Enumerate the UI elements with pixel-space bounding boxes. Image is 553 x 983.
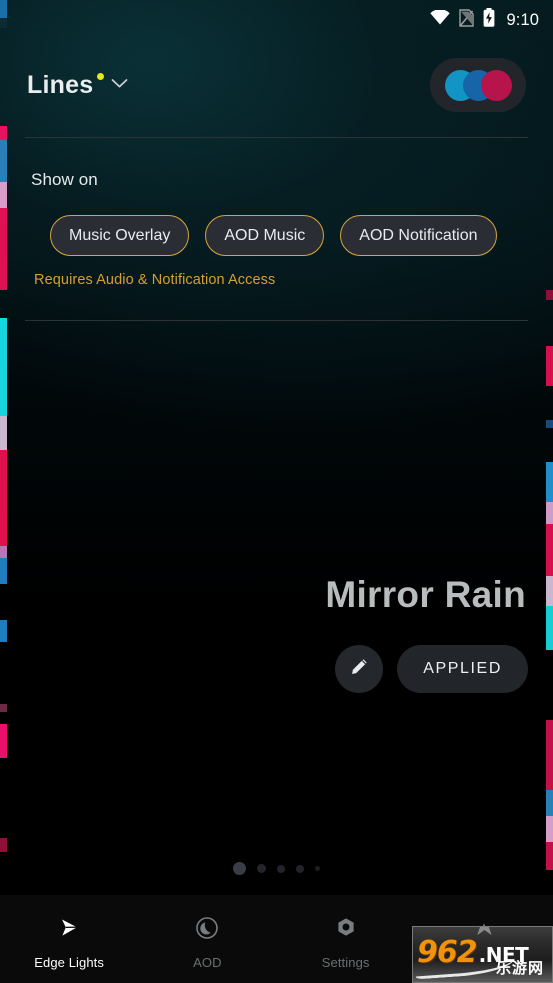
color-swatch-3	[481, 69, 512, 101]
show-on-chip-group: Music Overlay AOD Music AOD Notification	[50, 215, 497, 256]
edge-lights-icon	[56, 915, 82, 946]
edge-light-segment	[0, 318, 7, 324]
edit-preset-button[interactable]	[335, 645, 384, 693]
page-title-text: Lines	[27, 70, 94, 99]
edge-light-segment	[0, 140, 7, 182]
edge-light-segment	[0, 558, 7, 584]
chevron-down-icon[interactable]	[111, 76, 128, 94]
header-bar: Lines	[0, 55, 553, 115]
edge-light-segment	[546, 576, 553, 606]
edge-light-segment	[0, 182, 7, 208]
edge-light-segment	[0, 704, 7, 712]
nav-tab-edge-lights[interactable]: Edge Lights	[0, 895, 138, 983]
page-dot-active[interactable]	[233, 862, 246, 875]
edge-light-segment	[0, 450, 7, 546]
edge-light-segment	[546, 790, 553, 816]
page-dot[interactable]	[296, 864, 304, 873]
nav-tab-settings[interactable]: Settings	[277, 895, 415, 983]
pencil-icon	[349, 657, 369, 682]
divider-top	[25, 137, 528, 138]
page-dot[interactable]	[315, 866, 320, 871]
wifi-icon	[430, 9, 451, 30]
nav-tab-aod[interactable]: AOD	[138, 895, 276, 983]
status-clock: 9:10	[506, 10, 539, 29]
edge-light-segment	[546, 524, 553, 576]
show-on-label: Show on	[31, 170, 98, 189]
chip-aod-notification[interactable]: AOD Notification	[340, 215, 497, 256]
status-bar: 9:10	[0, 0, 553, 40]
chip-music-overlay[interactable]: Music Overlay	[50, 215, 190, 256]
edge-light-strip-left	[0, 0, 7, 983]
color-preview-button[interactable]	[430, 58, 526, 112]
site-watermark: ★ 962 .NET 乐游网	[412, 926, 553, 983]
preset-selector[interactable]: Lines	[27, 71, 128, 100]
edge-light-segment	[546, 290, 553, 300]
background-gradient	[0, 0, 553, 983]
app-screen: 9:10 Lines Show on Music Overlay AOD Mus…	[0, 0, 553, 983]
edge-light-segment	[0, 416, 7, 450]
watermark-brand: 962	[417, 935, 478, 970]
chip-aod-music[interactable]: AOD Music	[205, 215, 325, 256]
edge-light-segment	[0, 546, 7, 558]
preset-name: Mirror Rain	[325, 574, 526, 615]
aod-moon-icon	[194, 915, 220, 946]
edge-light-segment	[0, 620, 7, 642]
settings-nut-icon	[333, 915, 359, 946]
nav-label-aod: AOD	[193, 954, 222, 970]
edge-light-segment	[0, 724, 7, 758]
applied-button[interactable]: APPLIED	[397, 645, 528, 693]
unsaved-indicator-dot	[97, 72, 105, 80]
edge-light-segment	[0, 126, 7, 140]
edge-light-segment	[546, 720, 553, 790]
edge-light-segment	[0, 208, 7, 290]
nav-label-settings: Settings	[321, 954, 370, 970]
edge-light-segment	[0, 838, 7, 852]
page-indicator[interactable]	[0, 862, 553, 875]
edge-light-segment	[546, 606, 553, 650]
battery-charging-icon	[483, 8, 495, 32]
page-dot[interactable]	[277, 864, 285, 873]
page-title: Lines	[27, 70, 105, 100]
watermark-subtitle: 乐游网	[495, 959, 544, 977]
divider-bottom	[25, 320, 528, 321]
edge-light-segment	[546, 502, 553, 524]
edge-light-strip-right	[546, 0, 553, 983]
nav-label-edge-lights: Edge Lights	[34, 954, 104, 970]
edge-light-segment	[546, 816, 553, 842]
edge-light-segment	[0, 324, 7, 416]
sim-off-icon	[459, 8, 475, 32]
edge-light-segment	[546, 346, 553, 386]
permissions-note: Requires Audio & Notification Access	[34, 272, 276, 288]
edge-light-segment	[546, 462, 553, 502]
preset-action-row: APPLIED	[335, 645, 528, 693]
edge-light-segment	[546, 420, 553, 428]
page-dot[interactable]	[257, 864, 266, 873]
